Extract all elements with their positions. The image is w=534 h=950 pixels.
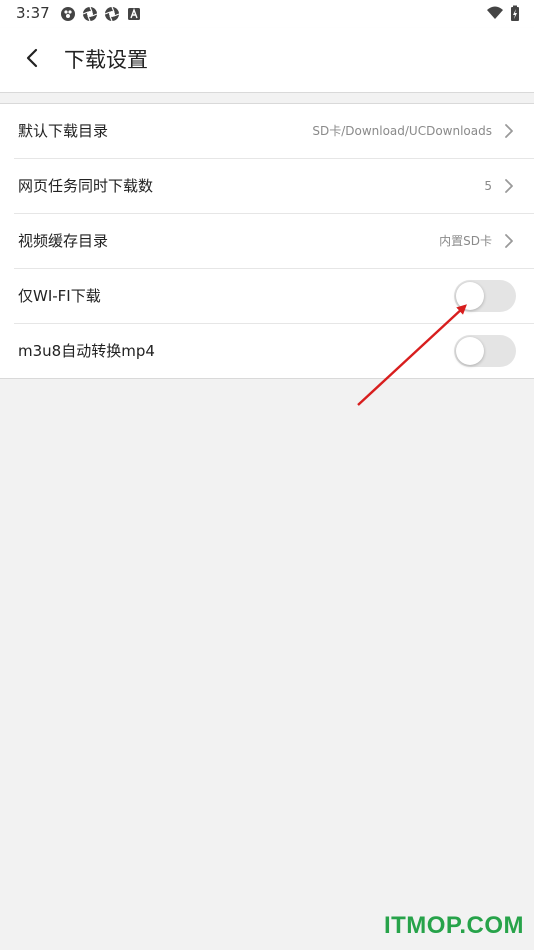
setting-wifi-only: 仅WI-FI下载 (14, 269, 534, 324)
aperture-icon (82, 6, 98, 22)
status-bar: 3:37 (0, 0, 534, 28)
chevron-left-icon (25, 48, 39, 72)
setting-label: 默认下载目录 (18, 122, 109, 140)
back-button[interactable] (16, 44, 48, 76)
setting-default-download-dir[interactable]: 默认下载目录 SD卡/Download/UCDownloads (14, 104, 534, 159)
setting-label: 网页任务同时下载数 (18, 177, 154, 195)
setting-video-cache-dir[interactable]: 视频缓存目录 内置SD卡 (14, 214, 534, 269)
m3u8-convert-toggle[interactable] (454, 335, 516, 367)
setting-label: 视频缓存目录 (18, 232, 109, 250)
wifi-icon (486, 5, 504, 26)
setting-value: 5 (484, 179, 492, 193)
chevron-right-icon (502, 233, 516, 249)
setting-label: m3u8自动转换mp4 (18, 342, 155, 360)
setting-value: 内置SD卡 (439, 234, 492, 248)
settings-list: 默认下载目录 SD卡/Download/UCDownloads 网页任务同时下载… (0, 103, 534, 379)
status-time: 3:37 (16, 4, 50, 22)
chevron-right-icon (502, 123, 516, 139)
paw-icon (60, 6, 76, 22)
setting-label: 仅WI-FI下载 (18, 287, 101, 305)
status-notification-icons (60, 6, 142, 22)
aperture-icon (104, 6, 120, 22)
status-system-icons (486, 5, 520, 26)
wifi-only-toggle[interactable] (454, 280, 516, 312)
chevron-right-icon (502, 178, 516, 194)
toggle-knob (456, 337, 484, 365)
page-title: 下载设置 (64, 48, 148, 72)
battery-charging-icon (510, 5, 520, 26)
setting-concurrent-downloads[interactable]: 网页任务同时下载数 5 (14, 159, 534, 214)
watermark-logo: ITMOP.COM (383, 912, 524, 939)
toggle-knob (456, 282, 484, 310)
app-header: 下载设置 (0, 28, 534, 93)
setting-value: SD卡/Download/UCDownloads (312, 124, 492, 138)
font-a-icon (126, 6, 142, 22)
setting-m3u8-convert: m3u8自动转换mp4 (14, 324, 534, 378)
header-gap (0, 93, 534, 103)
